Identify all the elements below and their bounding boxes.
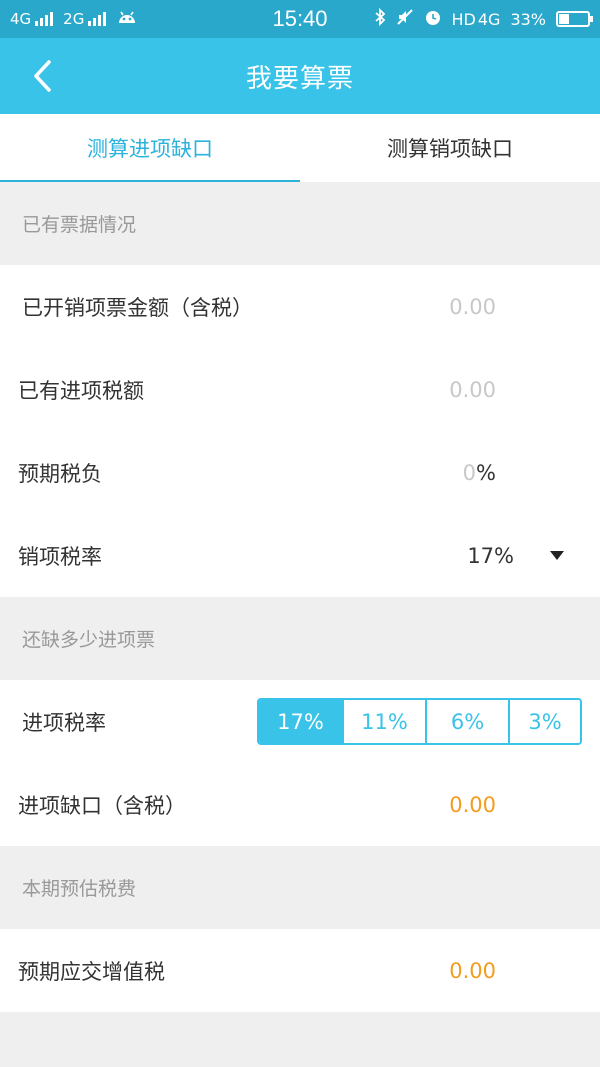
signal-icon [35, 12, 54, 26]
expected-tax-burden-input[interactable]: 0 [463, 461, 476, 485]
caret-down-icon [550, 551, 564, 560]
expected-tax-burden-label: 预期税负 [18, 461, 102, 486]
percent-suffix: % [476, 460, 496, 485]
signal-icon-2 [88, 12, 107, 26]
section-header-estimate: 本期预估税费 [0, 846, 600, 929]
rate-option-11[interactable]: 11% [342, 700, 425, 743]
expected-tax-burden-field[interactable]: 0% [463, 461, 496, 485]
section-header-existing: 已有票据情况 [0, 182, 600, 265]
row-sales-invoice-amount: 已开销项票金额（含税） 0.00 [0, 265, 600, 348]
input-tax-rate-segmented: 17% 11% 6% 3% [257, 698, 582, 745]
input-tax-rate-label: 进项税率 [22, 710, 106, 735]
network-label-2: 2G [63, 10, 85, 28]
output-tax-rate-label: 销项税率 [18, 544, 102, 569]
row-expected-vat: 预期应交增值税 0.00 [0, 929, 600, 1012]
output-tax-rate-select[interactable]: 17% [467, 544, 564, 568]
status-right: HD 4G 33% [374, 7, 593, 30]
tab-input-gap[interactable]: 测算进项缺口 [0, 114, 300, 182]
rate-option-3[interactable]: 3% [508, 700, 580, 743]
battery-percent: 33% [510, 9, 546, 29]
network-label-1: 4G [10, 10, 32, 28]
input-gap-value: 0.00 [449, 792, 496, 817]
rate-option-6[interactable]: 6% [425, 700, 508, 743]
expected-vat-value: 0.00 [449, 958, 496, 983]
hd-label: HD [451, 9, 476, 29]
mute-icon [396, 8, 414, 30]
row-expected-tax-burden: 预期税负 0% [0, 431, 600, 514]
section-header-missing: 还缺多少进项票 [0, 597, 600, 680]
input-gap-label: 进项缺口（含税） [18, 793, 186, 818]
page-title: 我要算票 [245, 63, 354, 94]
chevron-left-icon [34, 60, 51, 92]
tab-bar: 测算进项缺口 测算销项缺口 [0, 114, 600, 182]
network-right-label: 4G [477, 9, 501, 29]
status-time: 15:40 [272, 6, 328, 31]
row-input-tax-rate: 进项税率 17% 11% 6% 3% [0, 680, 600, 763]
output-tax-rate-value: 17% [467, 543, 514, 568]
nav-bar: 我要算票 [0, 38, 600, 114]
status-left: 4G 2G [10, 9, 138, 29]
rate-option-17[interactable]: 17% [259, 700, 342, 743]
input-tax-amount-label: 已有进项税额 [18, 378, 144, 403]
tab-output-gap[interactable]: 测算销项缺口 [300, 114, 600, 182]
row-output-tax-rate: 销项税率 17% [0, 514, 600, 597]
alarm-icon [424, 8, 442, 30]
bluetooth-icon [374, 7, 386, 30]
row-input-tax-amount: 已有进项税额 0.00 [0, 348, 600, 431]
status-bar: 4G 2G 15:40 HD 4G 33% [0, 0, 600, 38]
sales-invoice-amount-label: 已开销项票金额（含税） [22, 295, 253, 320]
expected-vat-label: 预期应交增值税 [18, 959, 165, 984]
back-button[interactable] [22, 56, 62, 96]
sales-invoice-amount-input[interactable]: 0.00 [449, 295, 496, 319]
android-icon [116, 9, 138, 29]
battery-icon [556, 11, 593, 27]
input-tax-amount-input[interactable]: 0.00 [449, 378, 496, 402]
row-input-gap: 进项缺口（含税） 0.00 [0, 763, 600, 846]
